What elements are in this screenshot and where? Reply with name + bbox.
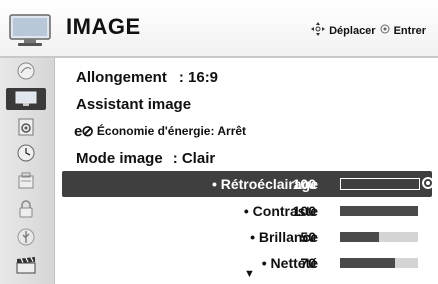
level-bar[interactable] [340, 232, 418, 242]
dpad-icon [311, 22, 326, 39]
aspect-ratio-item[interactable]: Allongement : 16:9 [62, 64, 432, 90]
energy-saving-label: Économie d'énergie: Arrêt [96, 124, 247, 138]
picture-mode-item[interactable]: Mode image : Clair [62, 145, 432, 171]
energy-saving-logo: e⊘ [74, 123, 94, 140]
setting-row-backlight[interactable]: • Rétroéclairage 100 [62, 171, 434, 197]
options-icon[interactable] [6, 170, 46, 192]
picture-mode-label: Mode image [76, 149, 163, 167]
energy-saving-item[interactable]: e⊘ Économie d'énergie: Arrêt [62, 118, 432, 144]
level-bar[interactable] [340, 258, 418, 268]
picture-wizard-label: Assistant image [76, 95, 192, 113]
nav-enter-label: Entrer [393, 24, 426, 37]
setting-value: 70 [300, 255, 316, 271]
nav-hint: Déplacer Entrer [311, 22, 426, 39]
movie-clapper-icon[interactable] [6, 254, 46, 276]
level-bar[interactable] [340, 206, 418, 216]
speaker-icon[interactable] [6, 116, 46, 138]
picture-mode-value: : Clair [172, 149, 216, 167]
slider-knob[interactable] [422, 177, 434, 189]
usb-icon[interactable] [6, 226, 46, 248]
setting-value: 100 [292, 203, 316, 219]
picture-wizard-item[interactable]: Assistant image [62, 91, 432, 117]
tv-screen-icon[interactable] [6, 88, 46, 110]
aspect-ratio-value: : 16:9 [178, 68, 219, 86]
page-title: IMAGE [66, 14, 141, 39]
menu-header: IMAGE Déplacer Entrer [0, 0, 438, 58]
ok-circle-icon [380, 24, 390, 37]
setting-row-contrast[interactable]: • Contraste 100 [62, 198, 432, 224]
scroll-down-icon[interactable]: ▼ [244, 268, 255, 280]
nav-move-label: Déplacer [329, 24, 376, 37]
setting-row-brightness[interactable]: • Brillance 50 [62, 224, 432, 250]
tv-menu-window: IMAGE Déplacer Entrer Allongement: 16:9… [0, 0, 438, 284]
lock-icon[interactable] [6, 198, 46, 220]
aspect-ratio-label: Allongement [76, 68, 167, 86]
setting-value: 50 [300, 229, 316, 245]
setting-value: 100 [292, 176, 316, 192]
clock-icon[interactable] [6, 142, 46, 164]
menu-content: Allongement : 16:9 Assistant image e⊘ Éc… [62, 58, 434, 284]
tv-monitor-icon [6, 12, 54, 48]
level-slider[interactable] [340, 178, 420, 190]
category-sidebar [0, 58, 55, 284]
satellite-dish-icon[interactable] [6, 60, 46, 82]
